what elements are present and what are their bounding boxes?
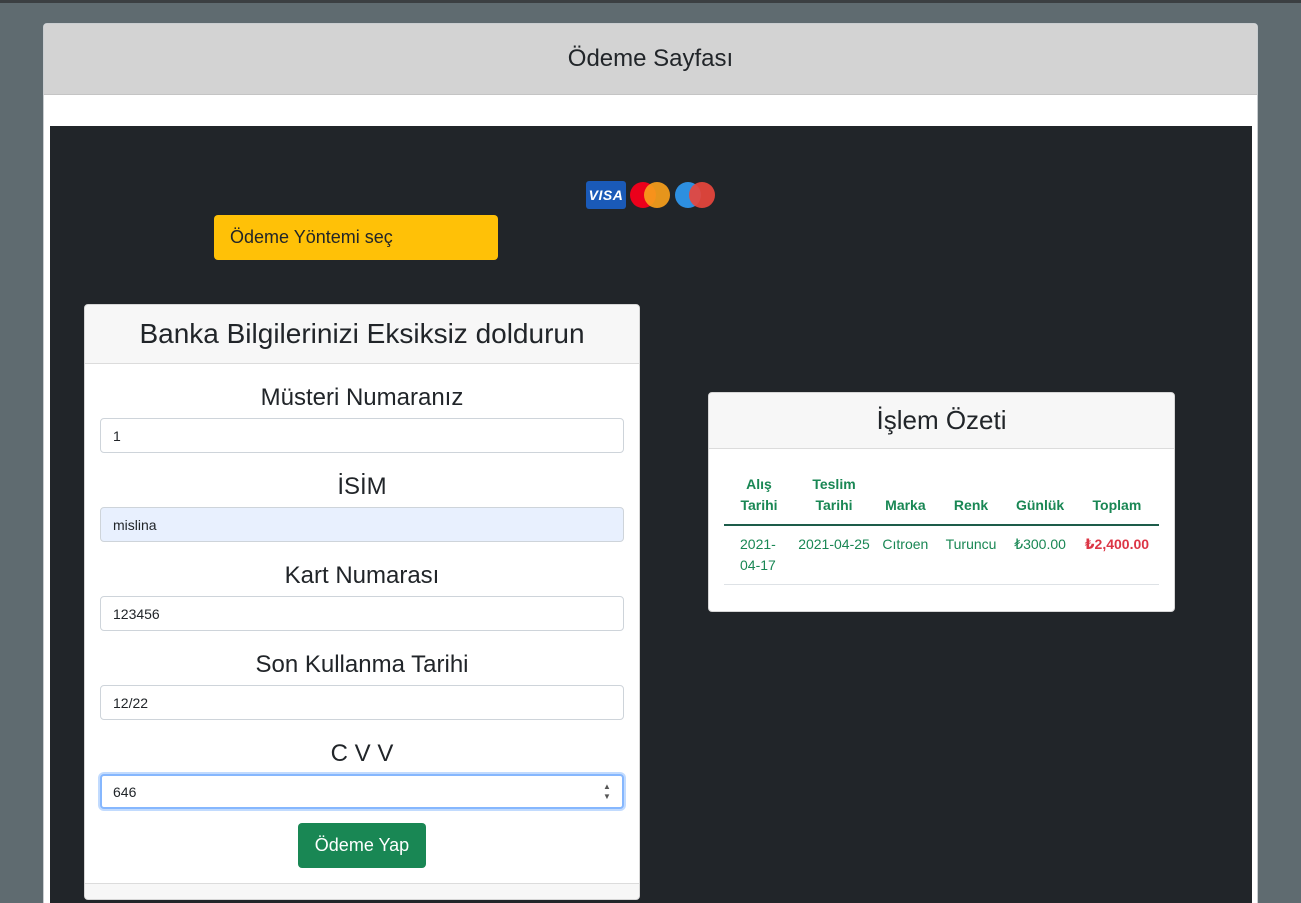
- card-number-label: Kart Numarası: [284, 562, 440, 589]
- cvv-stepper[interactable]: ▲ ▼: [602, 783, 612, 801]
- return-date-cell: 2021-04-25: [794, 525, 874, 585]
- column-header: Teslim Tarihi: [794, 468, 874, 526]
- summary-title: İşlem Özeti: [876, 405, 1007, 435]
- table-row: 2021-04-17 2021-04-25 Cıtroen Turuncu ₺3…: [724, 525, 1159, 585]
- customer-number-label: Müsteri Numaranız: [260, 384, 464, 411]
- transaction-summary-card: İşlem Özeti Alış Tarihi Teslim Tarihi Ma…: [708, 392, 1175, 612]
- cvv-input[interactable]: [100, 774, 624, 809]
- bank-form-title: Banka Bilgilerinizi Eksiksiz doldurun: [139, 318, 585, 349]
- stepper-down-icon[interactable]: ▼: [603, 793, 611, 801]
- bank-form-body: Müsteri Numaranız İSİM Kart Numarası Son…: [85, 364, 639, 868]
- summary-header-row: Alış Tarihi Teslim Tarihi Marka Renk Gün…: [724, 468, 1159, 526]
- summary-table: Alış Tarihi Teslim Tarihi Marka Renk Gün…: [724, 468, 1159, 585]
- summary-header: İşlem Özeti: [709, 393, 1174, 449]
- payment-icons-row: VISA: [586, 181, 716, 209]
- column-header: Alış Tarihi: [724, 468, 794, 526]
- cvv-label: C V V: [330, 740, 394, 767]
- daily-price-cell: ₺300.00: [1005, 525, 1075, 585]
- stepper-up-icon[interactable]: ▲: [603, 783, 611, 791]
- pay-button[interactable]: Ödeme Yap: [298, 823, 426, 868]
- name-input[interactable]: [100, 507, 624, 542]
- visa-icon: VISA: [586, 181, 626, 209]
- bank-info-form: Banka Bilgilerinizi Eksiksiz doldurun Mü…: [84, 304, 640, 900]
- name-label: İSİM: [337, 473, 387, 500]
- payment-panel: VISA Ödeme Yöntemi seç Banka Bilgilerini…: [50, 126, 1252, 903]
- maestro-icon: [674, 181, 716, 209]
- customer-number-input[interactable]: [100, 418, 624, 453]
- column-header: Toplam: [1074, 468, 1159, 526]
- payment-page-card: Ödeme Sayfası VISA Ödeme Yöntemi seç Ban…: [43, 23, 1258, 903]
- brand-cell: Cıtroen: [874, 525, 937, 585]
- expiry-date-label: Son Kullanma Tarihi: [255, 651, 469, 678]
- summary-body: Alış Tarihi Teslim Tarihi Marka Renk Gün…: [709, 449, 1174, 585]
- color-cell: Turuncu: [936, 525, 1006, 585]
- window-top-strip: [0, 0, 1301, 3]
- total-price-cell: ₺2,400.00: [1074, 525, 1159, 585]
- column-header: Günlük: [1005, 468, 1075, 526]
- page-title: Ödeme Sayfası: [567, 45, 734, 72]
- mastercard-icon: [629, 181, 671, 209]
- expiry-date-input[interactable]: [100, 685, 624, 720]
- card-number-input[interactable]: [100, 596, 624, 631]
- column-header: Renk: [936, 468, 1006, 526]
- pickup-date-cell: 2021-04-17: [724, 525, 794, 585]
- page-header: Ödeme Sayfası: [44, 24, 1257, 95]
- bank-form-footer: [85, 883, 639, 899]
- payment-method-button[interactable]: Ödeme Yöntemi seç: [214, 215, 498, 260]
- column-header: Marka: [874, 468, 937, 526]
- cvv-input-wrapper: ▲ ▼: [100, 774, 624, 809]
- bank-form-header: Banka Bilgilerinizi Eksiksiz doldurun: [85, 305, 639, 364]
